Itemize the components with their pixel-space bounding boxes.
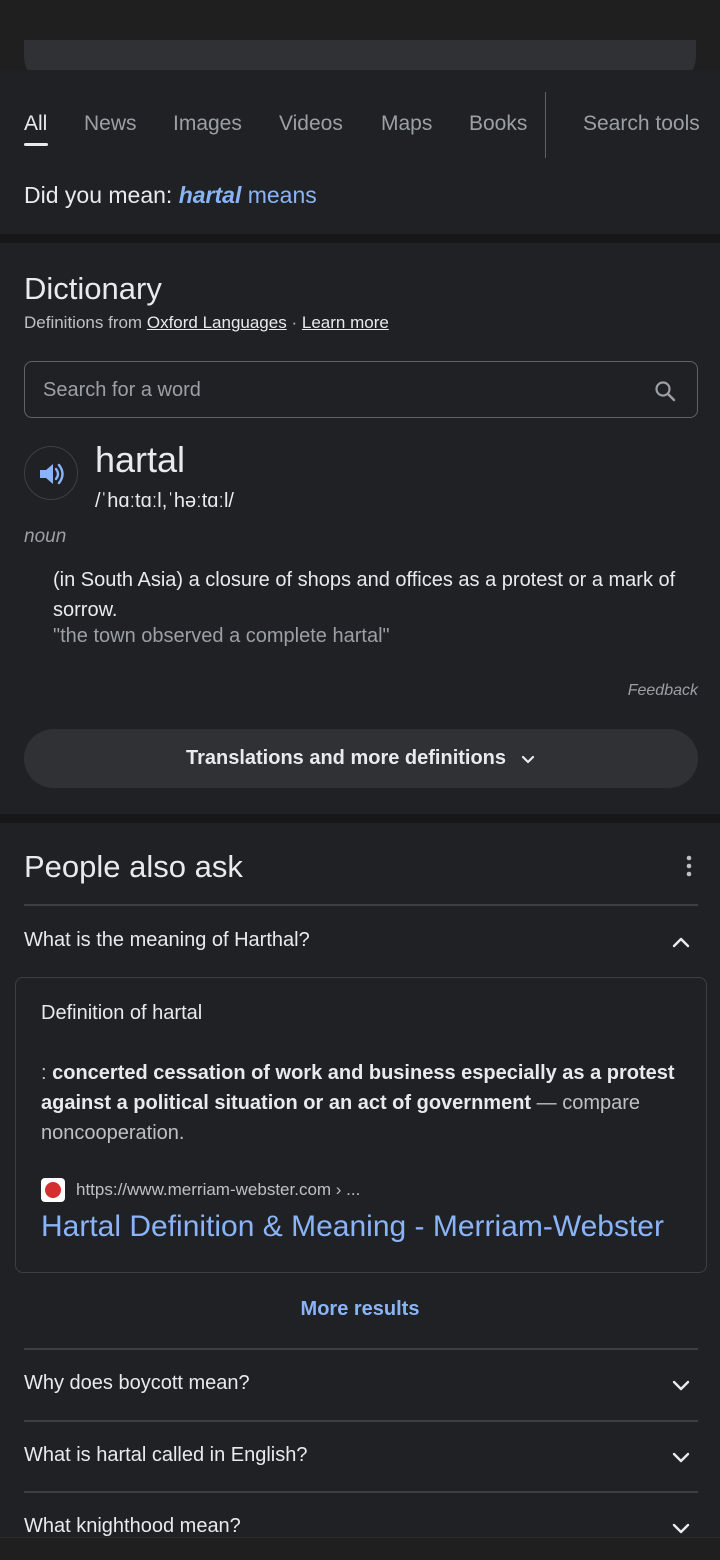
question-text: What knighthood mean? <box>24 1515 241 1537</box>
answer-panel: Definition of hartal : concerted cessati… <box>15 977 707 1273</box>
tab-news[interactable]: News <box>84 112 137 136</box>
paa-question[interactable]: Why does boycott mean? <box>24 1350 698 1420</box>
tab-images[interactable]: Images <box>173 112 242 136</box>
did-you-mean-link[interactable]: hartal means <box>179 182 317 208</box>
answer-source-link[interactable]: Hartal Definition & Meaning - Merriam-We… <box>41 1210 664 1244</box>
learn-more-link[interactable]: Learn more <box>302 313 389 332</box>
more-definitions-button[interactable]: Translations and more definitions <box>24 729 698 788</box>
answer-text: : concerted cessation of work and busine… <box>41 1058 691 1148</box>
did-you-mean: Did you mean: hartal means <box>24 182 317 209</box>
divider <box>24 904 698 906</box>
question-text: Why does boycott mean? <box>24 1372 250 1394</box>
pronunciation-button[interactable] <box>24 446 78 500</box>
more-options-icon[interactable] <box>676 853 702 879</box>
correction-word: hartal <box>178 182 242 208</box>
dictionary-card: Dictionary Definitions from Oxford Langu… <box>0 243 720 814</box>
chevron-down-icon <box>672 1452 690 1463</box>
phonetic: /ˈhɑːtɑːl,ˈhəːtɑːl/ <box>95 490 234 512</box>
search-header: All News Images Videos Maps Books Search… <box>0 70 720 234</box>
question-text: What is the meaning of Harthal? <box>24 929 310 951</box>
chevron-down-icon <box>672 1523 690 1534</box>
search-icon[interactable] <box>653 379 677 403</box>
search-tabs: All News Images Videos Maps Books Search… <box>0 70 720 160</box>
paa-question[interactable]: What is hartal called in English? <box>24 1422 698 1492</box>
chevron-down-icon <box>672 1380 690 1391</box>
question-text: What is hartal called in English? <box>24 1444 308 1466</box>
example-sentence: "the town observed a complete hartal" <box>53 625 390 647</box>
tab-all[interactable]: All <box>24 112 47 136</box>
did-you-mean-prefix: Did you mean: <box>24 182 173 208</box>
more-results-button[interactable]: More results <box>0 1298 720 1321</box>
source-separator: · <box>291 313 298 332</box>
speaker-icon <box>40 463 64 485</box>
tab-search-tools[interactable]: Search tools <box>583 112 700 136</box>
bottom-bar <box>0 1537 720 1560</box>
definition: (in South Asia) a closure of shops and o… <box>53 569 676 621</box>
correction-rest: means <box>247 182 317 208</box>
tab-videos[interactable]: Videos <box>279 112 343 136</box>
dictionary-source: Definitions from Oxford Languages · Lear… <box>24 313 389 333</box>
merriam-webster-favicon <box>41 1178 65 1202</box>
people-also-ask: People also ask What is the meaning of H… <box>0 823 720 1537</box>
section-separator <box>0 234 720 243</box>
active-tab-indicator <box>24 143 48 146</box>
paa-title: People also ask <box>24 849 243 884</box>
answer-colon: : <box>41 1062 47 1084</box>
more-definitions-label: Translations and more definitions <box>185 747 507 769</box>
word-search-input[interactable] <box>43 374 623 406</box>
chevron-down-icon <box>521 755 535 763</box>
word-search-box[interactable] <box>24 361 698 418</box>
section-separator <box>0 814 720 823</box>
chevron-up-icon <box>672 937 690 948</box>
answer-source-url[interactable]: https://www.merriam-webster.com › ... <box>76 1180 360 1200</box>
part-of-speech: noun <box>24 526 67 547</box>
tab-maps[interactable]: Maps <box>381 112 432 136</box>
feedback-link[interactable]: Feedback <box>628 682 698 700</box>
dictionary-title: Dictionary <box>24 271 162 306</box>
source-prefix: Definitions from <box>24 313 143 332</box>
paa-question-expanded[interactable]: What is the meaning of Harthal? <box>24 907 698 977</box>
headword: hartal <box>95 439 186 480</box>
source-link[interactable]: Oxford Languages <box>147 313 287 332</box>
answer-heading: Definition of hartal <box>41 1002 203 1024</box>
tab-divider <box>545 92 546 158</box>
tab-books[interactable]: Books <box>469 112 527 136</box>
